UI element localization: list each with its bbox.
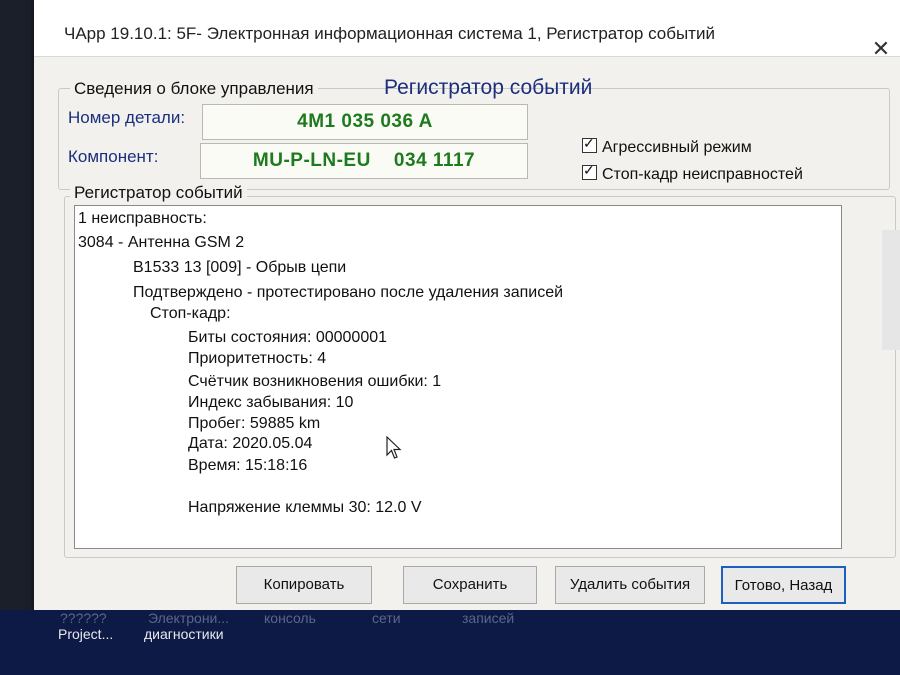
- freeze-frame-label: Стоп-кадр неисправностей: [602, 166, 803, 183]
- freeze-frame-checkbox[interactable]: Стоп-кадр неисправностей: [582, 162, 803, 184]
- save-button[interactable]: Сохранить: [403, 566, 537, 604]
- log-line: Приоритетность: 4: [188, 350, 327, 367]
- part-number-label: Номер детали:: [68, 108, 186, 127]
- desktop-area: ?????? Электрони... консоль сети записей…: [0, 610, 900, 675]
- log-line: Время: 15:18:16: [188, 457, 308, 474]
- log-line: Дата: 2020.05.04: [188, 435, 313, 452]
- scrollbar[interactable]: [882, 230, 900, 350]
- mouse-pointer-icon: [386, 436, 402, 459]
- desktop-icon-label-ghost: Электрони...: [148, 610, 230, 626]
- log-line: Биты состояния: 00000001: [188, 329, 388, 346]
- component-label: Компонент:: [68, 147, 159, 166]
- part-number-field: 4M1 035 036 A: [202, 104, 528, 140]
- desktop-icon-label-ghost: записей: [462, 610, 515, 626]
- log-line: 3084 - Антенна GSM 2: [78, 234, 245, 251]
- checkbox-checked-icon: [582, 162, 597, 180]
- log-line: Стоп-кадр:: [150, 305, 231, 322]
- done-back-button[interactable]: Готово, Назад: [721, 566, 846, 604]
- desktop-icon-label-ghost: сети: [372, 610, 401, 626]
- log-line: Пробег: 59885 km: [188, 415, 321, 432]
- copy-button[interactable]: Копировать: [236, 566, 372, 604]
- event-log-group-label: Регистратор событий: [70, 183, 247, 203]
- close-icon[interactable]: ✕: [870, 38, 892, 60]
- checkbox-checked-icon: [582, 135, 597, 153]
- window-title: ЧАрр 19.10.1: 5F- Электронная информацио…: [64, 24, 715, 43]
- component-field: MU-P-LN-EU 034 1117: [200, 143, 528, 179]
- log-line: Индекс забывания: 10: [188, 394, 354, 411]
- desktop-icon-label-ghost: консоль: [264, 610, 316, 626]
- desktop-icon-diagnostics[interactable]: диагностики: [144, 626, 224, 642]
- page-title: Регистратор событий: [384, 76, 593, 99]
- desktop-icon-label-ghost: ??????: [60, 610, 107, 626]
- event-recorder-window: ЧАрр 19.10.1: 5F- Электронная информацио…: [34, 0, 900, 610]
- aggressive-mode-checkbox[interactable]: Агрессивный режим: [582, 135, 752, 157]
- title-bar[interactable]: ЧАрр 19.10.1: 5F- Электронная информацио…: [34, 0, 900, 60]
- aggressive-mode-label: Агрессивный режим: [602, 139, 752, 156]
- ecu-info-group-label: Сведения о блоке управления: [70, 79, 318, 99]
- delete-events-button[interactable]: Удалить события: [555, 566, 705, 604]
- log-line: Подтверждено - протестировано после удал…: [133, 284, 564, 301]
- log-line: Счётчик возникновения ошибки: 1: [188, 373, 442, 390]
- log-line: B1533 13 [009] - Обрыв цепи: [133, 259, 347, 276]
- desktop-icon-project[interactable]: Project...: [58, 626, 113, 642]
- log-line: 1 неисправность:: [78, 210, 207, 227]
- log-line: Напряжение клеммы 30: 12.0 V: [188, 499, 422, 516]
- event-log-text[interactable]: 1 неисправность: 3084 - Антенна GSM 2 B1…: [74, 205, 842, 549]
